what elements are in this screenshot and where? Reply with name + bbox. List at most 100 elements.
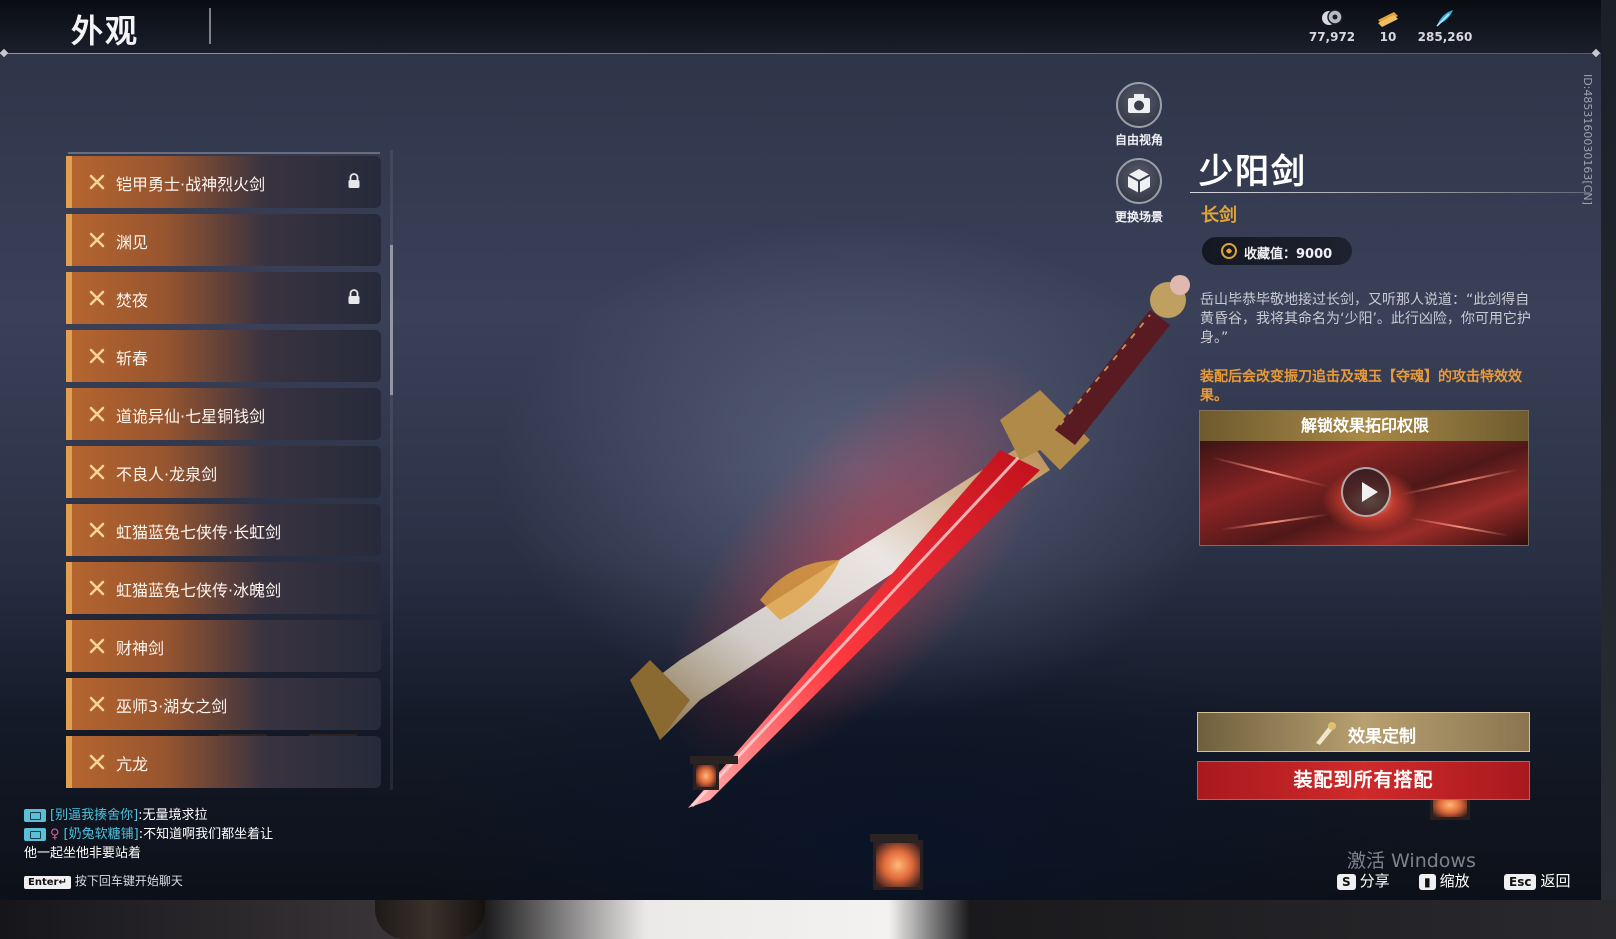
- feather-icon: [1436, 10, 1453, 27]
- list-item-label: 渊见: [116, 233, 149, 252]
- list-item-label: 亢龙: [116, 755, 149, 774]
- cross-swords-icon: [89, 696, 105, 712]
- list-item[interactable]: 不良人·龙泉剑: [66, 446, 381, 498]
- chat-sender[interactable]: [奶兔软糖铺]: [64, 827, 139, 842]
- cross-swords-icon: [89, 348, 105, 364]
- effect-customize-button[interactable]: 效果定制: [1197, 712, 1530, 752]
- cross-swords-icon: [89, 174, 105, 190]
- chat-enter-label: 按下回车键开始聊天: [74, 874, 183, 888]
- zoom-label: 缩放: [1439, 872, 1470, 890]
- enter-key: Enter↵: [24, 876, 71, 889]
- chat-channel-icon: [24, 828, 46, 841]
- free-view-label: 自由视角: [1114, 133, 1163, 147]
- back-label: 返回: [1540, 872, 1571, 890]
- share-key: S: [1337, 874, 1356, 890]
- item-type: 长剑: [1201, 205, 1237, 226]
- currency-feathers[interactable]: 285,260: [1410, 8, 1480, 44]
- preview-streak: [1401, 468, 1519, 496]
- mouse-icon: ▮: [1419, 874, 1436, 890]
- change-scene-label: 更换场景: [1114, 210, 1163, 224]
- list-item[interactable]: 虹猫蓝兔七侠传·长虹剑: [66, 504, 381, 556]
- cross-swords-icon: [89, 464, 105, 480]
- unlock-effect-header: 解锁效果拓印权限: [1200, 411, 1528, 441]
- lock-icon: [348, 289, 360, 304]
- chat-channel-icon: [24, 809, 46, 822]
- coin-stack-icon: [1322, 9, 1343, 25]
- list-item-label: 铠甲勇士·战神烈火剑: [116, 175, 266, 194]
- share-label: 分享: [1359, 872, 1390, 890]
- item-name-divider: [1190, 192, 1590, 193]
- cross-swords-icon: [89, 232, 105, 248]
- water-lantern: [690, 756, 738, 790]
- chat-text: :无量境求拉: [138, 808, 208, 823]
- list-item-label: 斩春: [116, 349, 149, 368]
- back-hint[interactable]: Esc 返回: [1504, 870, 1570, 891]
- list-item[interactable]: 铠甲勇士·战神烈火剑: [66, 156, 381, 208]
- free-view-button[interactable]: [1116, 82, 1162, 128]
- game-viewport: 外观 77,972 10 285,260 铠甲勇士·战神烈火剑 渊见 焚夜 斩春…: [0, 0, 1601, 900]
- chat-message: 他一起坐他非要站着: [24, 844, 354, 863]
- item-name: 少阳剑: [1199, 152, 1307, 192]
- water-lantern: [870, 834, 923, 890]
- cross-swords-icon: [89, 290, 105, 306]
- list-item-label: 巫师3·湖女之剑: [116, 697, 228, 716]
- unlock-effect-title: 解锁效果拓印权限: [1300, 416, 1429, 435]
- play-icon[interactable]: [1341, 467, 1391, 517]
- esc-key: Esc: [1504, 874, 1537, 890]
- list-scrollbar-thumb[interactable]: [390, 245, 393, 395]
- list-item[interactable]: 虹猫蓝兔七侠传·冰魄剑: [66, 562, 381, 614]
- change-scene-button[interactable]: [1116, 158, 1162, 204]
- item-id: ID:4853160030163[CN]: [1581, 74, 1594, 205]
- top-bar-divider: [0, 53, 1601, 54]
- list-item[interactable]: 焚夜: [66, 272, 381, 324]
- chat-sender[interactable]: [别逼我揍舍你]: [50, 808, 138, 823]
- brush-icon: [1316, 722, 1336, 745]
- equip-all-button[interactable]: 装配到所有搭配: [1197, 761, 1530, 800]
- screen-edge: [1601, 0, 1616, 900]
- zoom-hint[interactable]: ▮ 缩放: [1419, 870, 1470, 891]
- preview-streak: [1211, 456, 1329, 488]
- chat-box[interactable]: [别逼我揍舍你]:无量境求拉 ♀ [奶兔软糖铺]:不知道啊我们都坐着让 他一起坐他…: [24, 806, 354, 863]
- female-icon: ♀: [50, 827, 60, 842]
- unlock-effect-preview[interactable]: 解锁效果拓印权限: [1199, 410, 1529, 546]
- chat-text: 他一起坐他非要站着: [24, 846, 142, 861]
- cube-icon: [1127, 169, 1151, 193]
- cross-swords-icon: [89, 638, 105, 654]
- chat-message: [别逼我揍舍你]:无量境求拉: [24, 806, 354, 825]
- ticket-icon: [1378, 12, 1398, 27]
- camera-icon: [1128, 94, 1150, 113]
- currency-feathers-value: 285,260: [1417, 30, 1473, 44]
- cross-swords-icon: [89, 754, 105, 770]
- webcam-person: [375, 900, 485, 939]
- windows-watermark: 激活 Windows: [1347, 850, 1476, 872]
- list-item-label: 财神剑: [116, 639, 165, 658]
- title-divider: [209, 8, 211, 44]
- chat-message: ♀ [奶兔软糖铺]:不知道啊我们都坐着让: [24, 825, 354, 844]
- cross-swords-icon: [89, 580, 105, 596]
- list-item-label: 虹猫蓝兔七侠传·冰魄剑: [116, 581, 282, 600]
- preview-streak: [1410, 517, 1510, 537]
- page-title: 外观: [71, 12, 140, 50]
- list-item[interactable]: 道诡异仙·七星铜钱剑: [66, 388, 381, 440]
- equip-all-label: 装配到所有搭配: [1293, 769, 1434, 791]
- list-item-label: 不良人·龙泉剑: [116, 465, 218, 484]
- collect-value-badge: 收藏值：9000: [1202, 237, 1352, 265]
- collect-value-text: 收藏值：9000: [1244, 247, 1333, 262]
- collect-icon: [1221, 243, 1237, 259]
- effect-preview-video[interactable]: [1200, 441, 1528, 545]
- list-item-label: 焚夜: [116, 291, 149, 310]
- cross-swords-icon: [89, 406, 105, 422]
- preview-streak: [1220, 513, 1330, 531]
- list-item[interactable]: 财神剑: [66, 620, 381, 672]
- list-item[interactable]: 亢龙: [66, 736, 381, 788]
- lock-icon: [348, 173, 360, 188]
- effect-note: 装配后会改变振刀追击及魂玉【夺魂】的攻击特效效果。: [1200, 369, 1522, 404]
- chat-enter-hint[interactable]: Enter↵ 按下回车键开始聊天: [24, 872, 183, 889]
- list-item-label: 虹猫蓝兔七侠传·长虹剑: [116, 523, 282, 542]
- share-hint[interactable]: S 分享: [1337, 870, 1390, 891]
- list-item[interactable]: 巫师3·湖女之剑: [66, 678, 381, 730]
- list-item[interactable]: 斩春: [66, 330, 381, 382]
- skin-list[interactable]: 铠甲勇士·战神烈火剑 渊见焚夜斩春道诡异仙·七星铜钱剑不良人·龙泉剑虹猫蓝兔七侠传…: [66, 150, 386, 795]
- list-item[interactable]: 渊见: [66, 214, 381, 266]
- top-bar: 外观 77,972 10 285,260: [0, 0, 1601, 54]
